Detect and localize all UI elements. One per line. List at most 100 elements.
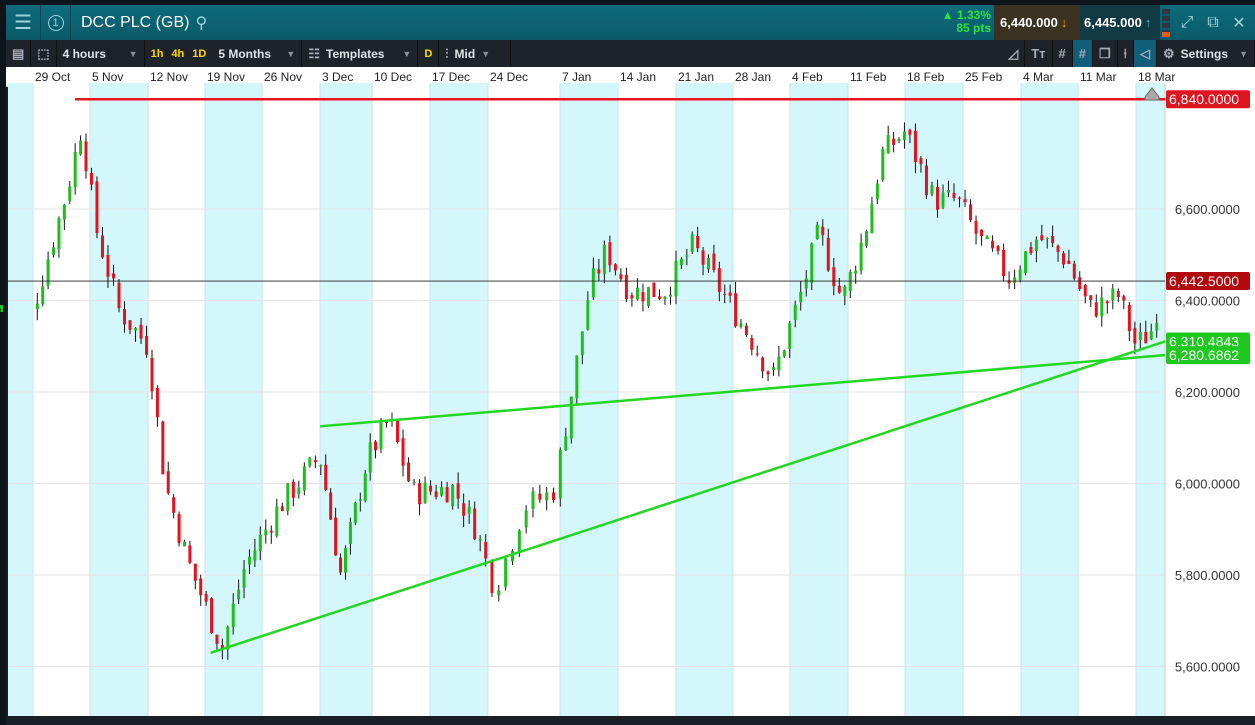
candle-body [657,296,661,299]
week-band [90,83,148,716]
candle-body [291,481,295,498]
candle-body [897,139,901,142]
candle-body [575,355,579,399]
candle-body [204,593,208,602]
candle-body [980,229,984,237]
candle-body [1122,296,1126,301]
candle-body [440,487,444,496]
price-tick-label: 6,000.0000 [1175,477,1240,492]
candle-body [1138,332,1142,340]
candle-body [619,274,623,280]
week-band [676,83,733,716]
candle-body [586,300,590,330]
candle-body [832,267,836,287]
candle-body [799,291,803,303]
candle-body [1034,239,1038,251]
candle-body [46,259,50,286]
candle-body [478,538,482,541]
price-chart[interactable]: 6,600.0000 6,400.0000 6,200.0000 6,000.0000… [0,0,1255,725]
candle-body [106,255,110,277]
candle-body [41,286,45,305]
candle-body [580,331,584,356]
candle-body [569,396,573,439]
candle-body [253,550,257,561]
candle-body [35,303,39,310]
candle-body [1127,304,1131,332]
candle-body [524,510,528,528]
candle-body [1116,290,1120,298]
candle-body [974,220,978,234]
candle-body [510,550,514,562]
candle-body [597,269,601,274]
candle-body [319,465,323,467]
candle-body [854,270,858,274]
candle-body [215,634,219,644]
candle-body [538,493,542,500]
candle-body [308,457,312,466]
candle-body [1133,328,1137,344]
candle-body [139,324,143,339]
candle-body [613,264,617,271]
candle-body [193,563,197,581]
candle-body [62,204,66,220]
candle-body [545,492,549,501]
candle-body [275,506,279,536]
candle-body [1111,288,1115,301]
candle-body [674,260,678,297]
week-band [430,83,488,716]
candle-body [84,141,88,172]
candle-body [237,589,241,600]
candle-body [79,140,83,155]
candle-body [258,534,262,552]
candle-body [1155,322,1159,331]
price-tick-label: 6,600.0000 [1175,202,1240,217]
candle-body [996,246,1000,251]
candle-body [434,491,438,498]
candle-body [1078,277,1082,289]
candle-body [723,293,727,295]
candle-body [1149,331,1153,340]
candle-body [1061,253,1065,265]
candle-body [1045,237,1049,239]
candle-body [646,287,650,306]
candle-body [247,556,251,565]
candle-body [952,192,956,199]
resistance-price-tag: 6,840.0000 [1169,91,1239,107]
candle-body [324,464,328,490]
candle-body [985,236,989,240]
candle-body [0,304,3,309]
week-band [320,83,372,716]
candle-body [1029,247,1033,254]
candle-body [788,323,792,350]
candle-body [145,335,149,355]
candle-body [89,172,93,185]
candle-body [1144,331,1148,344]
candle-body [363,473,367,501]
trendline-price-tag: 6,280.6862 [1169,347,1239,363]
candle-body [199,578,203,596]
candle-body [1056,245,1060,252]
candle-body [467,506,471,514]
candle-body [624,274,628,300]
candle-body [991,240,995,249]
candle-body [531,491,535,509]
candle-body [608,242,612,266]
candle-body [641,292,645,302]
candle-body [264,529,268,536]
candle-body [810,243,814,283]
candle-body [663,297,667,300]
candle-body [881,149,885,181]
candle-body [343,548,347,573]
candle-body [123,309,127,325]
candle-body [761,357,765,372]
candle-body [286,483,290,511]
candle-body [161,421,165,475]
candle-body [1100,297,1104,317]
week-band [905,83,963,716]
price-tick-label: 6,200.0000 [1175,385,1240,400]
candle-body [865,231,869,246]
candle-body [815,224,819,240]
candle-body [739,323,743,327]
candle-body [843,286,847,296]
candle-body [1067,260,1071,264]
